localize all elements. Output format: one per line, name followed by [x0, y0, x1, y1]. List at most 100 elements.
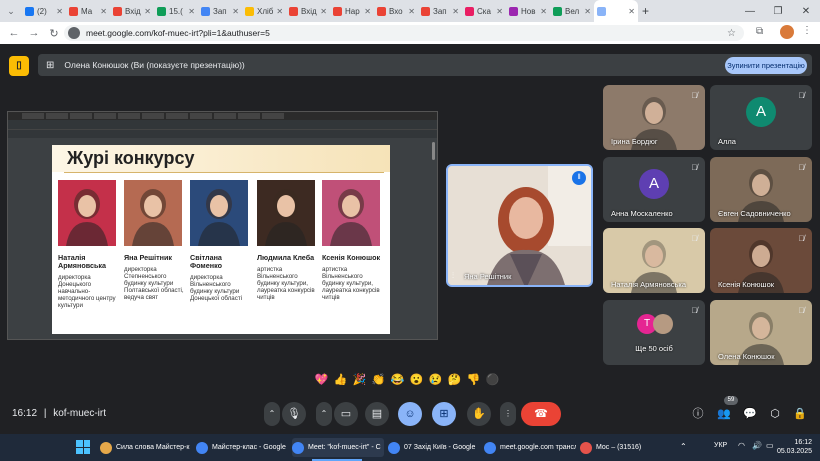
reaction-emoji[interactable]: 🤔 [447, 373, 462, 388]
browser-tab[interactable]: Зап ✕ [198, 0, 242, 22]
pin-icon[interactable]: ⫶ [452, 271, 454, 281]
microphone-button[interactable]: 🎙 [282, 402, 306, 426]
reaction-emoji[interactable]: ⚫ [485, 373, 500, 388]
taskbar-app[interactable]: meet.google.com трансл [484, 438, 576, 457]
taskbar-app[interactable]: Сила слова Майстер-к [100, 438, 192, 457]
participant-tile[interactable]: A 🎙̸ Алла [710, 85, 812, 150]
reaction-emoji[interactable]: 👍 [333, 373, 348, 388]
close-tab-icon[interactable]: ✕ [188, 7, 195, 16]
stop-presenting-button[interactable]: Зупинити презентацію [725, 57, 807, 74]
reaction-emoji[interactable]: 😂 [390, 373, 405, 388]
chat-icon[interactable]: 💬 [742, 406, 758, 422]
participant-tile[interactable]: 🎙̸ Євген Садовниченко [710, 157, 812, 222]
browser-tab[interactable]: Вел ✕ [550, 0, 594, 22]
profile-avatar[interactable] [780, 25, 794, 39]
site-info-icon[interactable] [68, 27, 80, 39]
close-tab-icon[interactable]: ✕ [320, 7, 327, 16]
close-tab-icon[interactable]: ✕ [628, 7, 635, 16]
video-options-chevron-icon[interactable]: ⌃ [316, 402, 332, 426]
browser-tab[interactable]: Вхід ✕ [286, 0, 330, 22]
reaction-emoji[interactable]: 💖 [314, 373, 329, 388]
slide-divider [64, 172, 384, 173]
taskbar-app[interactable]: Meet: "kof-muec-irt" - C [292, 438, 384, 457]
back-icon[interactable]: ← [4, 27, 24, 39]
close-tab-icon[interactable]: ✕ [56, 7, 63, 16]
reload-icon[interactable]: ↻ [44, 27, 64, 40]
close-window-button[interactable]: ✕ [792, 0, 820, 22]
participant-tile[interactable]: 🎙̸ Ксенія Конюшок [710, 228, 812, 293]
browser-tab[interactable]: 15.(✕ [154, 0, 198, 22]
close-tab-icon[interactable]: ✕ [540, 7, 547, 16]
meet-activities-icon[interactable]: ▯ [9, 56, 29, 76]
minimize-button[interactable]: — [736, 0, 764, 22]
close-tab-icon[interactable]: ✕ [232, 7, 239, 16]
reaction-emoji[interactable]: 🎉 [352, 373, 367, 388]
reaction-emoji[interactable]: 😮 [409, 373, 424, 388]
tab-search-icon[interactable]: ⌄ [0, 6, 22, 17]
input-language[interactable]: УКР [714, 442, 727, 449]
close-tab-icon[interactable]: ✕ [408, 7, 415, 16]
tab-favicon-icon [333, 6, 342, 16]
participant-tile[interactable]: A 🎙̸ Анна Москаленко [603, 157, 705, 222]
extensions-icon[interactable]: ⧉ [756, 26, 763, 37]
tray-chevron-icon[interactable]: ⌃ [680, 442, 687, 451]
browser-tab[interactable]: Нар ✕ [330, 0, 374, 22]
participant-tile[interactable]: 🎙̸ Наталія Армяновська [603, 228, 705, 293]
close-tab-icon[interactable]: ✕ [584, 7, 591, 16]
participant-tile[interactable]: 🎙̸ Ірина Бордюг [603, 85, 705, 150]
browser-tab[interactable]: ✕ [594, 0, 638, 22]
browser-tab[interactable]: Нов ✕ [506, 0, 550, 22]
meeting-details-icon[interactable]: ⓘ [690, 406, 706, 422]
close-tab-icon[interactable]: ✕ [496, 7, 503, 16]
browser-tab[interactable]: Ска ✕ [462, 0, 506, 22]
browser-tab[interactable]: Зап ✕ [418, 0, 462, 22]
reaction-emoji[interactable]: 😢 [428, 373, 443, 388]
url-field[interactable]: meet.google.com/kof-muec-irt?pli=1&authu… [64, 25, 744, 41]
participant-tile[interactable]: 🎙̸ Олена Конюшок [710, 300, 812, 365]
camera-button[interactable]: ▭ [334, 402, 358, 426]
reaction-emoji[interactable]: 👎 [466, 373, 481, 388]
system-clock[interactable]: 16:12 05.03.2025 [777, 438, 812, 456]
browser-tab[interactable]: Хліб ✕ [242, 0, 286, 22]
audio-options-chevron-icon[interactable]: ⌃ [264, 402, 280, 426]
present-now-button[interactable]: ⊞ [432, 402, 456, 426]
participant-name: Олена Конюшок [718, 352, 775, 361]
tab-label: Зап [433, 6, 447, 16]
browser-tab[interactable]: Ма ✕ [66, 0, 110, 22]
close-tab-icon[interactable]: ✕ [276, 7, 283, 16]
host-controls-icon[interactable]: 🔒 [792, 406, 808, 422]
emoji-reactions-button[interactable]: ☺ [398, 402, 422, 426]
taskbar-app[interactable]: Мос – (31516) [580, 438, 672, 457]
browser-tab[interactable]: (2) ✕ [22, 0, 66, 22]
people-icon[interactable]: 👥 [716, 406, 732, 422]
raise-hand-button[interactable]: ✋ [467, 402, 491, 426]
close-tab-icon[interactable]: ✕ [364, 7, 371, 16]
mic-off-icon: 🎙̸ [798, 234, 805, 243]
more-options-icon[interactable]: ⋮ [500, 402, 516, 426]
taskbar-app[interactable]: Майстер-клас - Google [196, 438, 288, 457]
participant-tile[interactable]: T 🎙̸ Ще 50 осіб [603, 300, 705, 365]
taskbar-app[interactable]: 07 Захід Київ - Google [388, 438, 480, 457]
jury-name: Яна Решітник [124, 253, 172, 262]
main-speaker-tile[interactable]: ⦀ ⫶ Яна Решітник [446, 164, 593, 287]
browser-tab[interactable]: Вхо ✕ [374, 0, 418, 22]
close-tab-icon[interactable]: ✕ [100, 7, 107, 16]
forward-icon[interactable]: → [24, 27, 44, 39]
browser-tab[interactable]: Вхід ✕ [110, 0, 154, 22]
close-tab-icon[interactable]: ✕ [452, 7, 459, 16]
menu-dots-icon[interactable]: ⋮ [802, 25, 812, 36]
mic-off-icon: 🎙̸ [691, 91, 698, 100]
maximize-button[interactable]: ❐ [764, 0, 792, 22]
tab-label: Хліб [257, 6, 274, 16]
reaction-emoji[interactable]: 👏 [371, 373, 386, 388]
bookmark-star-icon[interactable]: ☆ [727, 28, 736, 39]
captions-button[interactable]: ▤ [365, 402, 389, 426]
wifi-icon[interactable]: ◠ [738, 441, 745, 450]
battery-icon[interactable]: ▭ [766, 441, 774, 450]
new-tab-button[interactable]: + [642, 4, 649, 18]
activities-icon[interactable]: ⬡ [767, 406, 783, 422]
volume-icon[interactable]: 🔊 [752, 441, 762, 450]
windows-start-icon[interactable] [76, 440, 90, 454]
leave-call-button[interactable]: ☎ [521, 402, 561, 426]
close-tab-icon[interactable]: ✕ [144, 7, 151, 16]
